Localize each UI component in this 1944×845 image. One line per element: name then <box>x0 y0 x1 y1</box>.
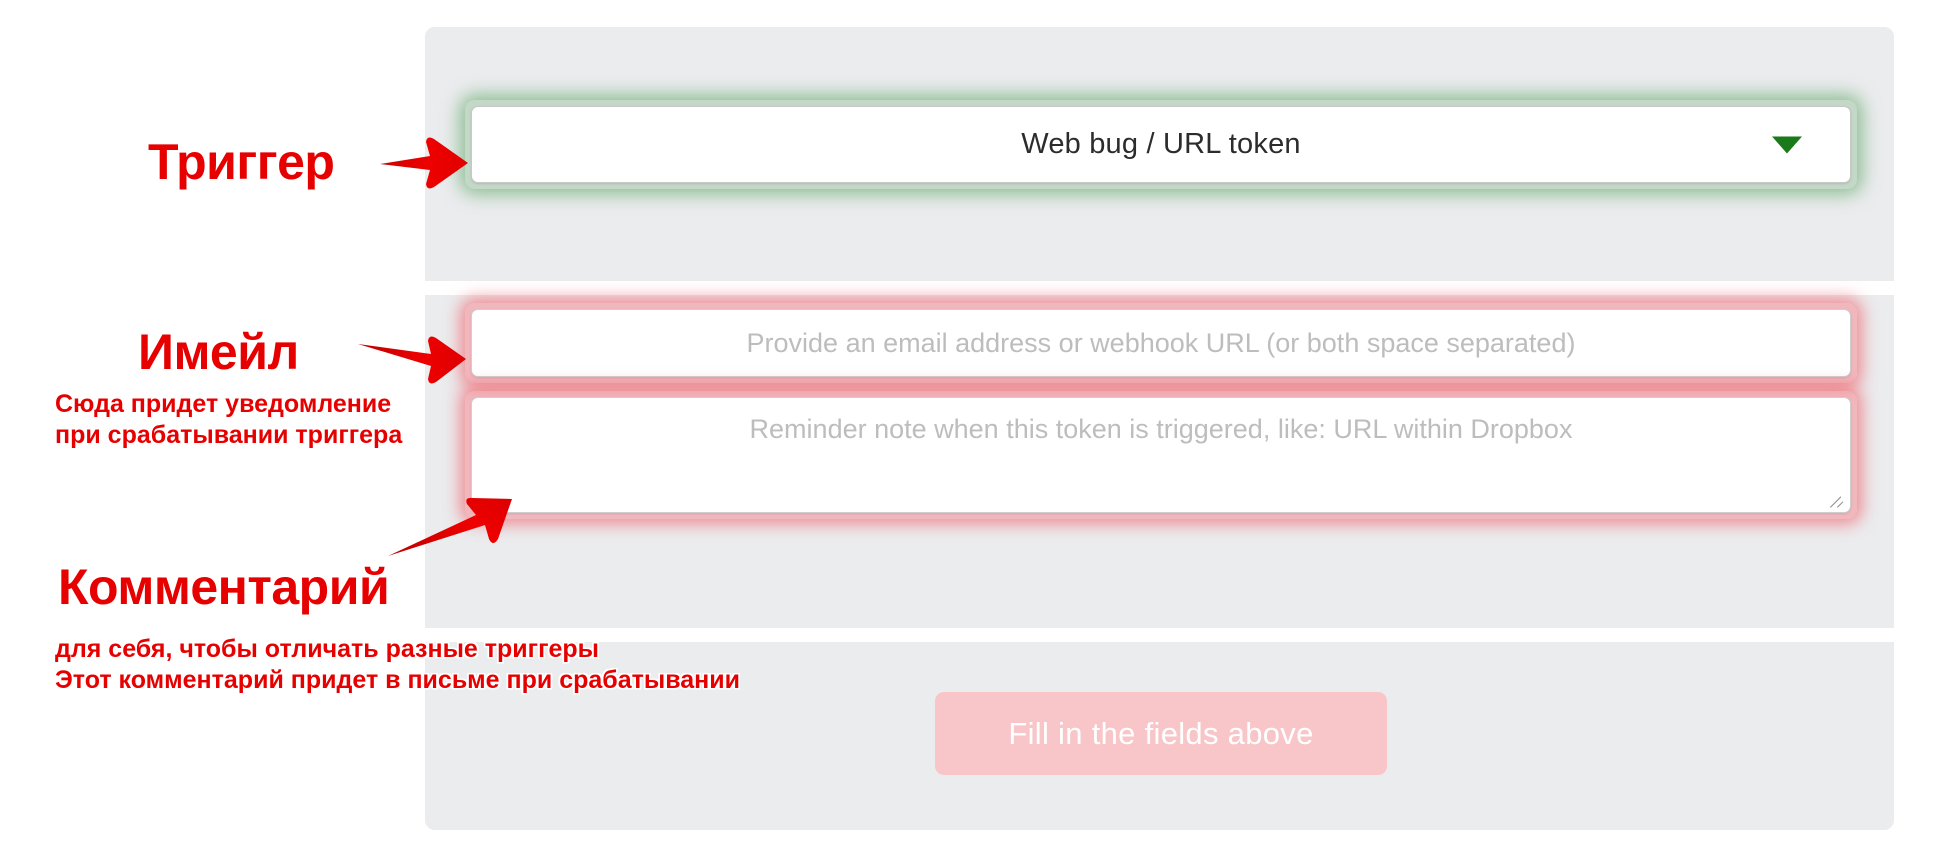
annotation-trigger-title: Триггер <box>148 134 335 190</box>
email-field-glow <box>465 303 1857 383</box>
annotation-comment-detail: для себя, чтобы отличать разные триггеры… <box>55 635 741 694</box>
reminder-note-textarea[interactable] <box>472 398 1850 512</box>
chevron-down-icon <box>1772 136 1802 153</box>
note-field-frame <box>471 397 1851 513</box>
note-field-glow <box>465 391 1857 519</box>
token-type-select-glow: Web bug / URL token <box>465 100 1857 189</box>
annotation-comment-title: Комментарий <box>58 559 390 615</box>
section-divider-1 <box>425 281 1894 295</box>
annotation-arrow-email-icon <box>358 336 466 384</box>
annotation-email-detail: Сюда придет уведомление при срабатывании… <box>55 390 403 449</box>
screenshot-canvas: Web bug / URL token Provide an email add… <box>0 0 1944 845</box>
submit-button[interactable]: Fill in the fields above <box>935 692 1387 775</box>
token-type-select[interactable]: Web bug / URL token <box>471 106 1851 183</box>
trigger-section: Web bug / URL token <box>425 27 1894 281</box>
token-type-selected-value: Web bug / URL token <box>1021 128 1301 160</box>
email-input[interactable] <box>472 310 1850 376</box>
annotation-arrow-trigger-icon <box>380 137 468 189</box>
fields-section <box>425 295 1894 628</box>
token-creation-panel: Web bug / URL token Provide an email add… <box>425 27 1894 830</box>
annotation-email-title: Имейл <box>138 324 299 380</box>
annotation-arrow-comment-icon <box>388 497 512 556</box>
email-field-frame <box>471 309 1851 377</box>
